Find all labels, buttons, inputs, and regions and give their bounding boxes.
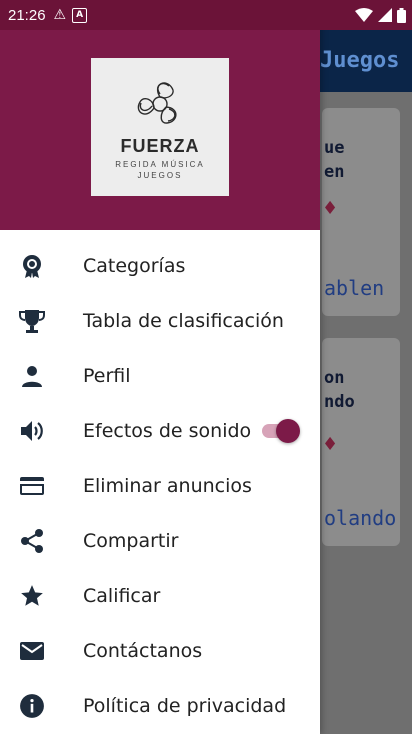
menu-item-categorias[interactable]: Categorías (0, 238, 320, 293)
app-notification-icon: A (72, 7, 88, 23)
logo-subtitle-line: JUEGOS (137, 171, 183, 180)
background-card-icon: ♦ (322, 434, 339, 455)
status-time: 21:26 (8, 6, 46, 24)
background-card-icon: ♦ (322, 198, 339, 219)
warning-icon: ⚠ (53, 7, 67, 23)
person-icon (18, 362, 46, 390)
menu-label: Política de privacidad (83, 694, 287, 717)
menu-item-calificar[interactable]: Calificar (0, 568, 320, 623)
gear-badge-icon (18, 252, 46, 280)
logo-subtitle-line: REGIDA MÚSICA (115, 160, 205, 169)
menu-label: Categorías (83, 254, 186, 277)
info-icon (18, 692, 46, 720)
drawer-menu: Categorías Tabla de clasificación Perfil… (0, 238, 320, 733)
menu-label: Tabla de clasificación (83, 309, 284, 332)
status-bar: 21:26 ⚠ A (0, 0, 412, 30)
background-card-text: on (324, 368, 345, 388)
toggle-thumb (276, 418, 300, 443)
app-logo: FUERZA REGIDA MÚSICA JUEGOS (91, 58, 229, 196)
menu-item-perfil[interactable]: Perfil (0, 348, 320, 403)
menu-label: Contáctanos (83, 639, 203, 662)
credit-card-icon (18, 472, 46, 500)
background-card: ue en ♦ ablen (322, 108, 400, 316)
menu-item-compartir[interactable]: Compartir (0, 513, 320, 568)
battery-icon (397, 7, 406, 23)
status-icons (355, 7, 406, 23)
menu-label: Perfil (83, 364, 131, 387)
menu-item-tabla-de-clasificacion[interactable]: Tabla de clasificación (0, 293, 320, 348)
volume-icon (18, 417, 46, 445)
menu-label: Compartir (83, 529, 179, 552)
mail-icon (18, 637, 46, 665)
menu-label: Eliminar anuncios (83, 474, 252, 497)
share-icon (18, 527, 46, 555)
menu-label: Efectos de sonido (83, 419, 252, 442)
background-card-text: ndo (324, 392, 355, 412)
background-title: Juegos (320, 48, 400, 73)
menu-item-contactanos[interactable]: Contáctanos (0, 623, 320, 678)
drawer-header: FUERZA REGIDA MÚSICA JUEGOS (0, 0, 320, 230)
star-icon (18, 582, 46, 610)
menu-label: Calificar (83, 584, 161, 607)
menu-item-politica-de-privacidad[interactable]: Política de privacidad (0, 678, 320, 733)
background-card-label: olando (324, 506, 397, 530)
background-card: on ndo ♦ olando (322, 338, 400, 546)
background-card-text: ue (324, 138, 345, 158)
logo-brand: FUERZA (120, 136, 200, 156)
background-card-text: en (324, 162, 345, 182)
logo-emblem-icon (137, 82, 177, 124)
trophy-icon (18, 307, 46, 335)
signal-icon (378, 8, 392, 22)
navigation-drawer: FUERZA REGIDA MÚSICA JUEGOS Categorías T… (0, 0, 320, 734)
menu-item-efectos-de-sonido[interactable]: Efectos de sonido (0, 403, 320, 458)
background-card-label: ablen (324, 276, 385, 300)
sound-effects-toggle[interactable] (262, 418, 300, 443)
logo-subtitle: REGIDA MÚSICA JUEGOS (115, 159, 205, 181)
menu-item-eliminar-anuncios[interactable]: Eliminar anuncios (0, 458, 320, 513)
wifi-icon (355, 8, 373, 22)
